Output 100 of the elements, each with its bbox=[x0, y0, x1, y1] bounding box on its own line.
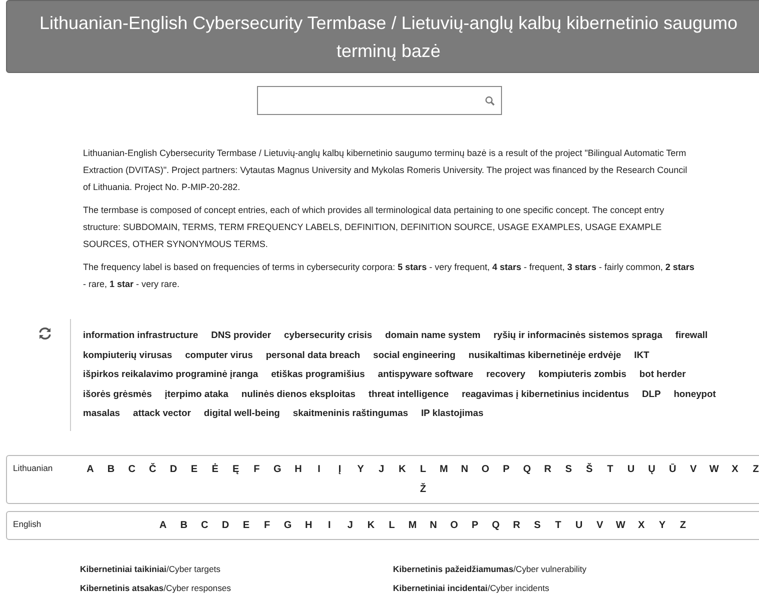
intro-paragraph: Lithuanian-English Cybersecurity Termbase / Lietuvių-anglų kalbų kibernetinio saugumo terminų bazė is a result of the project "Bilingual Automatic Term Extraction (DVITAS)". Project partners: Vytautas Magnus University and Mykolas Romeris University. The project was financed by the Research Council of Lithuania. Project No. P-MIP-20-282. bbox=[83, 147, 688, 194]
term-link[interactable]: IKT bbox=[634, 344, 650, 364]
refresh-icon[interactable] bbox=[38, 327, 52, 340]
letter-link[interactable]: D bbox=[163, 460, 184, 480]
subdomain-link[interactable]: Kibernetinis atsakas/Cyber responses bbox=[80, 580, 393, 596]
letter-link[interactable]: Ū bbox=[662, 460, 683, 480]
letter-link[interactable]: C bbox=[121, 460, 142, 480]
letter-link[interactable]: L bbox=[381, 516, 402, 536]
letter-link[interactable]: Č bbox=[142, 460, 164, 480]
term-link[interactable]: bot herder bbox=[639, 364, 686, 384]
letter-link[interactable]: L bbox=[412, 460, 434, 480]
letter-link[interactable]: B bbox=[173, 516, 194, 536]
term-link[interactable]: recovery bbox=[486, 364, 526, 384]
letter-link[interactable]: X bbox=[724, 460, 746, 480]
letter-link[interactable]: Z bbox=[745, 460, 759, 480]
term-link[interactable]: computer virus bbox=[185, 344, 253, 364]
term-link[interactable]: DLP bbox=[642, 384, 661, 403]
term-link[interactable]: firewall bbox=[675, 325, 708, 344]
letter-link[interactable]: P bbox=[496, 460, 517, 480]
term-link[interactable]: kompiuterių virusas bbox=[83, 344, 172, 364]
letter-link[interactable]: T bbox=[548, 516, 569, 536]
letter-link[interactable]: V bbox=[682, 460, 704, 480]
page-title: Lithuanian-English Cybersecurity Termbase / Lietuvių-anglų kalbų kibernetinio saugumo terminų bazė bbox=[38, 12, 739, 63]
subdomain-link[interactable]: Kibernetiniai taikiniai/Cyber targets bbox=[80, 562, 393, 576]
letter-link[interactable]: O bbox=[444, 516, 465, 536]
letter-link[interactable]: I bbox=[308, 460, 330, 480]
letter-link[interactable]: W bbox=[610, 516, 631, 536]
letter-link[interactable]: Š bbox=[578, 460, 600, 480]
letter-link[interactable]: X bbox=[630, 516, 652, 536]
intro-paragraph: The frequency label is based on frequencies of terms in cybersecurity corpora: 5 stars - very frequent, 4 stars - frequent, 3 stars - fairly common, 2 stars - rare, 1 star - very rare. bbox=[83, 261, 695, 291]
letter-link[interactable]: I bbox=[319, 516, 340, 536]
letter-link[interactable]: M bbox=[402, 516, 423, 536]
letter-link[interactable]: P bbox=[464, 516, 486, 536]
letter-link[interactable]: R bbox=[537, 460, 558, 480]
letter-link[interactable]: E bbox=[184, 460, 205, 480]
letter-link[interactable]: A bbox=[152, 516, 174, 536]
letter-link[interactable]: Y bbox=[350, 460, 371, 480]
term-link[interactable]: personal data breach bbox=[266, 344, 360, 364]
letter-link[interactable]: M bbox=[433, 460, 454, 480]
term-link[interactable]: nulinės dienos eksploitas bbox=[241, 384, 356, 403]
letter-link[interactable]: D bbox=[215, 516, 236, 536]
term-link[interactable]: information infrastructure bbox=[83, 325, 198, 344]
term-link[interactable]: DNS provider bbox=[211, 325, 272, 344]
letter-link[interactable]: G bbox=[277, 516, 298, 536]
letter-link[interactable]: Z bbox=[672, 516, 694, 536]
term-link[interactable]: reagavimas į kibernetinius incidentus bbox=[462, 384, 629, 403]
term-link[interactable]: išorės grėsmės bbox=[83, 384, 152, 403]
letter-link[interactable]: J bbox=[340, 516, 361, 536]
term-link[interactable]: įterpimo ataka bbox=[164, 384, 228, 403]
letter-link[interactable]: Ų bbox=[641, 460, 662, 480]
search-field[interactable] bbox=[257, 86, 502, 115]
term-link[interactable]: threat intelligence bbox=[368, 384, 449, 403]
letter-link[interactable]: Ę bbox=[225, 460, 246, 480]
term-link[interactable]: masalas bbox=[83, 403, 120, 422]
letter-link[interactable]: Q bbox=[516, 460, 538, 480]
letter-link[interactable]: V bbox=[589, 516, 610, 536]
term-link[interactable]: nusikaltimas kibernetinėje erdvėje bbox=[468, 344, 622, 364]
letter-link[interactable]: K bbox=[392, 460, 413, 480]
subdomain-link[interactable]: Kibernetiniai incidentai/Cyber incidents bbox=[393, 580, 693, 596]
letter-link[interactable]: S bbox=[558, 460, 579, 480]
letter-link[interactable]: B bbox=[100, 460, 122, 480]
term-link[interactable]: digital well-being bbox=[204, 403, 280, 422]
letter-link[interactable]: C bbox=[194, 516, 216, 536]
letter-link[interactable]: R bbox=[506, 516, 527, 536]
letter-link[interactable]: U bbox=[620, 460, 642, 480]
letter-link[interactable]: G bbox=[267, 460, 288, 480]
letter-link[interactable]: Q bbox=[485, 516, 506, 536]
term-link[interactable]: social engineering bbox=[373, 344, 456, 364]
letter-link[interactable]: H bbox=[288, 460, 309, 480]
letter-link[interactable]: H bbox=[298, 516, 320, 536]
letter-link[interactable]: A bbox=[80, 460, 101, 480]
term-link[interactable]: išpirkos reikalavimo programinė įranga bbox=[83, 364, 258, 384]
letter-link[interactable]: Ė bbox=[204, 460, 226, 480]
letter-link[interactable]: Y bbox=[652, 516, 673, 536]
letter-link[interactable]: Į bbox=[329, 460, 350, 480]
term-link[interactable]: antispyware software bbox=[378, 364, 474, 384]
letter-link[interactable]: W bbox=[704, 460, 725, 480]
term-link[interactable]: honeypot bbox=[674, 384, 716, 403]
intro-paragraph: The termbase is composed of concept entries, each of which provides all terminological data pertaining to one specific concept. The concept entry structure: SUBDOMAIN, TERMS, TERM FREQUENCY LABELS, DEFINITION, DEFINITION SOURCE, USAGE EXAMPLES, USAGE EXAMPLE SOURCES, OTHER SYNONYMOUS TERMS. bbox=[83, 204, 666, 251]
letter-link[interactable]: S bbox=[526, 516, 548, 536]
term-link[interactable]: attack vector bbox=[133, 403, 191, 422]
term-link[interactable]: cybersecurity crisis bbox=[284, 325, 372, 344]
letter-link[interactable]: J bbox=[371, 460, 392, 480]
term-link[interactable]: skaitmeninis raštingumas bbox=[292, 403, 408, 422]
letter-link[interactable]: T bbox=[600, 460, 621, 480]
term-link[interactable]: IP klastojimas bbox=[421, 403, 484, 422]
letter-link[interactable]: N bbox=[423, 516, 444, 536]
letter-link[interactable]: E bbox=[236, 516, 257, 536]
letter-link[interactable]: Ž bbox=[412, 480, 434, 500]
term-link[interactable]: etiškas programišius bbox=[271, 364, 365, 384]
term-link[interactable]: domain name system bbox=[385, 325, 480, 344]
letter-link[interactable]: O bbox=[474, 460, 496, 480]
term-link[interactable]: ryšių ir informacinės sistemos spraga bbox=[494, 325, 662, 344]
letter-link[interactable]: F bbox=[256, 516, 278, 536]
letter-link[interactable]: F bbox=[246, 460, 268, 480]
letter-link[interactable]: K bbox=[360, 516, 382, 536]
letter-link[interactable]: U bbox=[568, 516, 590, 536]
term-link[interactable]: kompiuteris zombis bbox=[538, 364, 626, 384]
letter-link[interactable]: N bbox=[454, 460, 475, 480]
subdomain-link[interactable]: Kibernetinis pažeidžiamumas/Cyber vulnerability bbox=[393, 562, 693, 576]
